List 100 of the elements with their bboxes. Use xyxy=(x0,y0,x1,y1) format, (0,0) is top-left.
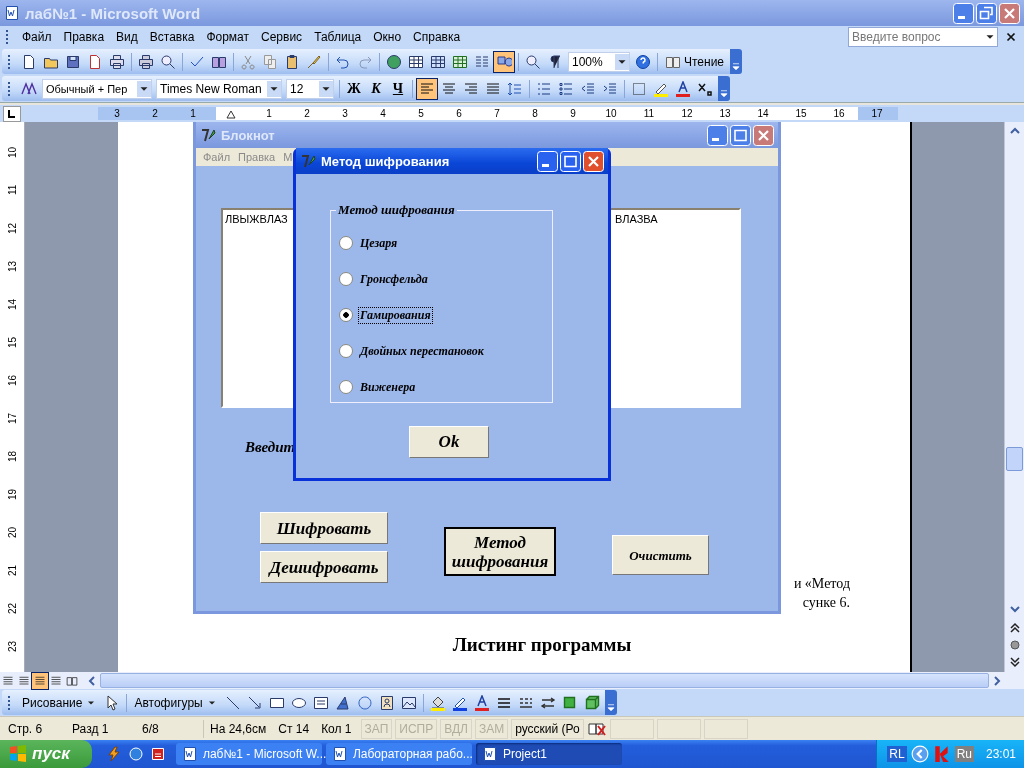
tab-selector-icon[interactable] xyxy=(3,105,21,122)
align-icon xyxy=(463,80,479,97)
document-icon xyxy=(4,5,20,21)
line-icon[interactable] xyxy=(224,694,241,711)
picture-icon[interactable] xyxy=(400,694,417,711)
radio-label[interactable]: Гамирования xyxy=(358,306,433,324)
form-button[interactable]: Шифровать xyxy=(260,512,388,544)
view-mode-icon[interactable] xyxy=(50,674,62,687)
menu-item[interactable]: Окно xyxy=(367,28,408,46)
shield-k-icon[interactable] xyxy=(932,745,951,763)
menu-item[interactable]: Сервис xyxy=(255,28,309,46)
magnifier-icon[interactable] xyxy=(160,53,176,70)
radio-button[interactable] xyxy=(339,344,353,358)
styles-icon[interactable] xyxy=(21,80,37,97)
language-indicator: русский (Ро xyxy=(511,718,584,739)
taskbar-button[interactable]: Project1 xyxy=(475,743,622,765)
close-icon[interactable] xyxy=(1004,30,1018,44)
help-icon[interactable] xyxy=(635,53,651,70)
line-spacing-icon[interactable] xyxy=(507,80,523,97)
radio-button[interactable] xyxy=(339,380,353,394)
numbered-list-icon[interactable] xyxy=(536,80,552,97)
magnifier-icon[interactable] xyxy=(525,53,541,70)
increase-indent-icon[interactable] xyxy=(602,80,618,97)
radio-button[interactable] xyxy=(339,272,353,286)
help-search-field[interactable]: Введите вопрос xyxy=(848,27,998,47)
scroll-thumb[interactable] xyxy=(1006,447,1023,471)
close-button[interactable] xyxy=(583,150,604,172)
reading-button[interactable]: Чтение xyxy=(661,50,729,73)
decrease-indent-icon[interactable] xyxy=(580,80,596,97)
text-box-icon[interactable] xyxy=(312,694,329,711)
cube-icon[interactable] xyxy=(583,694,600,711)
font-dropdown[interactable]: Times New Roman xyxy=(156,78,282,99)
format-button[interactable]: К xyxy=(365,77,387,100)
drawing-toggle-button[interactable] xyxy=(493,50,515,73)
lightning-icon[interactable] xyxy=(105,746,122,762)
align-button[interactable] xyxy=(416,77,438,100)
ruler-number: 12 xyxy=(6,221,18,236)
menu-item[interactable]: Вставка xyxy=(143,28,201,46)
table-icon[interactable] xyxy=(408,53,424,70)
ruler-number: 7 xyxy=(493,108,501,119)
toolbar-options-icon[interactable] xyxy=(718,87,730,99)
radio-label[interactable]: Гронсфельда xyxy=(358,270,430,288)
radio-button[interactable] xyxy=(339,236,353,250)
border-icon[interactable] xyxy=(631,80,647,97)
menu-item[interactable]: Справка xyxy=(407,28,467,46)
spreadsheet-icon[interactable] xyxy=(452,53,468,70)
menu-item[interactable]: Таблица xyxy=(308,28,368,46)
keyboard-indicator[interactable]: RL xyxy=(887,746,907,762)
zoom-dropdown[interactable]: 100% xyxy=(568,51,630,72)
font-size-dropdown[interactable]: 12 xyxy=(286,78,334,99)
ok-button[interactable]: Ok xyxy=(409,426,489,458)
bullet-list-icon[interactable] xyxy=(558,80,574,97)
autoshapes-menu-button[interactable]: Автофигуры xyxy=(130,691,222,714)
arrow-icon[interactable] xyxy=(246,694,263,711)
vertical-scrollbar[interactable] xyxy=(1004,122,1024,672)
document-icon[interactable] xyxy=(87,53,103,70)
menu-item[interactable]: Правка xyxy=(57,28,111,46)
radio-label[interactable]: Двойных перестановок xyxy=(358,342,486,360)
maximize-button[interactable] xyxy=(560,150,581,172)
fill-bucket-icon[interactable] xyxy=(429,694,446,711)
menu-item[interactable]: Формат xyxy=(200,28,256,46)
document-icon[interactable] xyxy=(21,53,37,70)
menu-item[interactable]: Вид xyxy=(110,28,144,46)
language-indicator[interactable]: Ru xyxy=(954,746,974,762)
indent-marker-icon[interactable] xyxy=(226,108,236,119)
draw-menu-button[interactable]: Рисование xyxy=(18,691,102,714)
portrait-icon[interactable] xyxy=(378,694,395,711)
square-icon[interactable] xyxy=(561,694,578,711)
double-arrow-icon[interactable] xyxy=(539,694,556,711)
format-button[interactable]: Ж xyxy=(343,77,365,100)
wordart-icon[interactable] xyxy=(334,694,351,711)
printer-icon[interactable] xyxy=(109,53,125,70)
format-button[interactable]: Ч xyxy=(387,77,409,100)
radio-label[interactable]: Цезаря xyxy=(358,234,400,252)
taskbar-button[interactable]: Лабораторная рабо... xyxy=(325,743,472,765)
form-button[interactable]: Дешифровать xyxy=(260,551,388,583)
radio-label[interactable]: Виженера xyxy=(358,378,418,396)
form-button[interactable]: Очистить xyxy=(612,535,709,575)
chevron-left-icon[interactable] xyxy=(910,745,929,763)
font-color-icon[interactable] xyxy=(675,80,691,97)
printer-icon[interactable] xyxy=(138,53,154,70)
pilcrow-icon[interactable] xyxy=(547,53,563,70)
toolbar-options-icon[interactable] xyxy=(730,60,743,72)
view-mode-icon[interactable] xyxy=(34,674,46,687)
toolbar-options-icon[interactable] xyxy=(604,701,617,713)
font-color-icon[interactable] xyxy=(473,694,490,711)
brush-icon[interactable] xyxy=(306,53,322,70)
spelling-status-icon[interactable] xyxy=(586,720,607,737)
minimize-button[interactable] xyxy=(537,150,558,172)
columns-icon[interactable] xyxy=(474,53,490,70)
menu-item[interactable]: Файл xyxy=(16,28,58,46)
clipboard-icon[interactable] xyxy=(284,53,300,70)
radio-button[interactable] xyxy=(339,308,353,322)
form-button[interactable]: Метод шифрования xyxy=(444,527,556,576)
view-mode-icon[interactable] xyxy=(18,674,30,687)
view-mode-icon[interactable] xyxy=(2,674,14,687)
view-mode-icon[interactable] xyxy=(66,674,78,687)
ruler-number: 5 xyxy=(417,108,425,119)
table-icon[interactable] xyxy=(430,53,446,70)
style-dropdown[interactable]: Обычный + Пер xyxy=(42,78,152,99)
